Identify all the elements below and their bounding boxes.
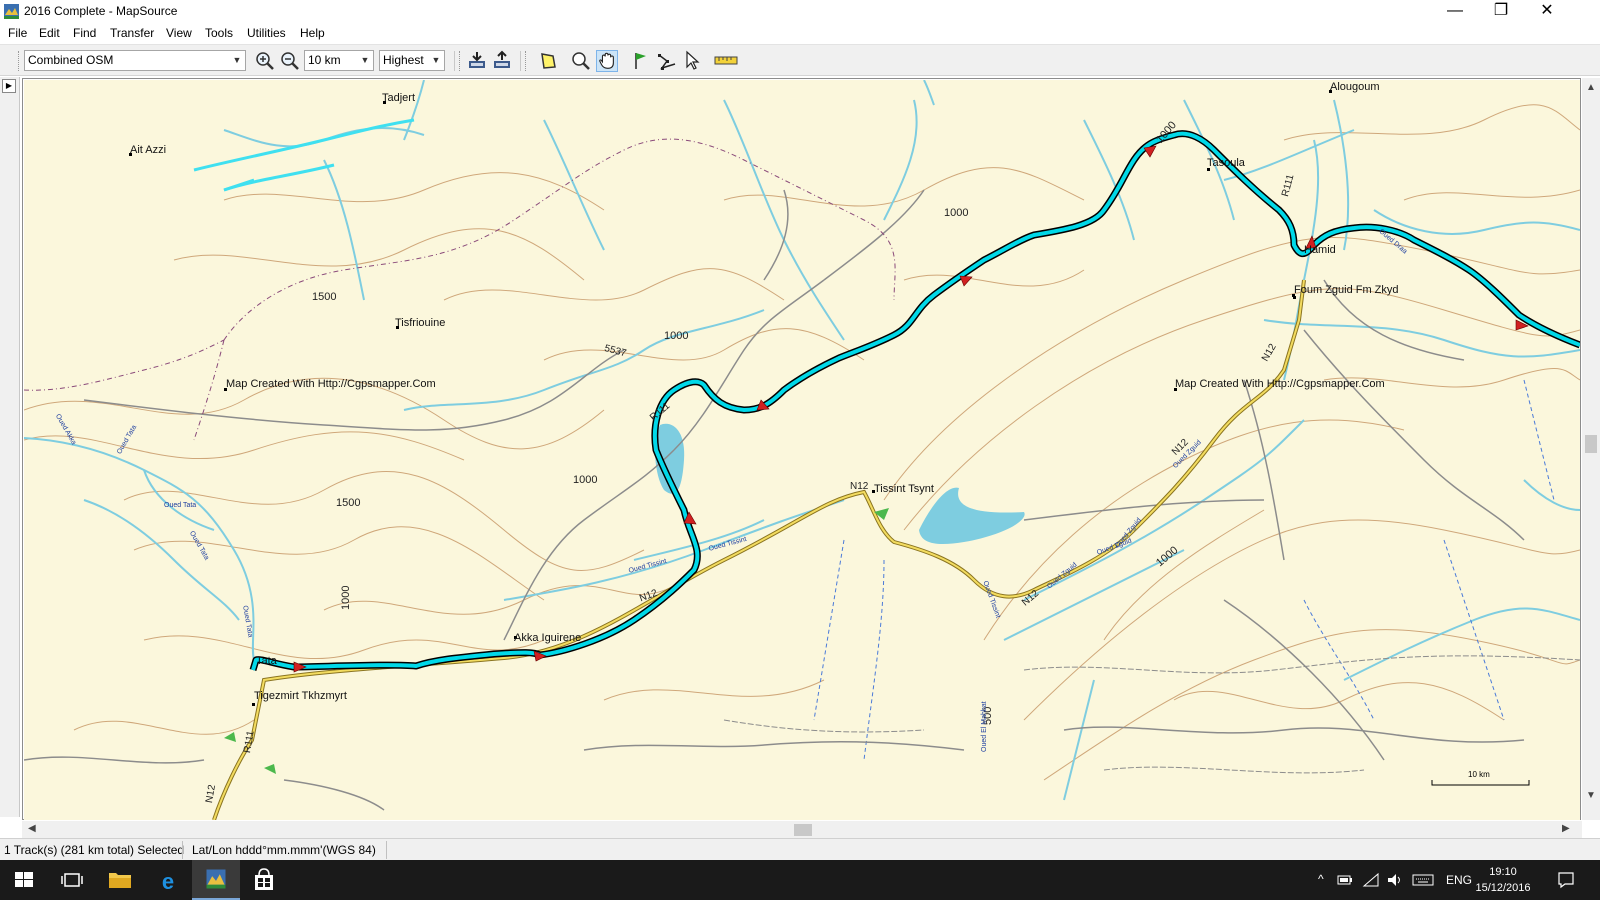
minimize-button[interactable]: — (1432, 0, 1478, 24)
hand-tool-button[interactable] (596, 50, 618, 72)
map-canvas (24, 80, 1580, 820)
zoom-in-icon[interactable] (254, 50, 276, 72)
contour-label: 1000 (664, 330, 689, 342)
detail-level-select[interactable]: Highest ▼ (379, 50, 445, 71)
contour-label: 1000 (573, 474, 598, 486)
place-label[interactable]: Tasoula (1207, 157, 1245, 169)
route-tool-icon[interactable] (656, 50, 678, 72)
scroll-down-icon[interactable]: ▼ (1586, 790, 1596, 801)
toolbar-separator (454, 51, 455, 71)
system-clock[interactable]: 19:10 15/12/2016 (1468, 864, 1538, 896)
selection-tool-icon[interactable] (682, 50, 704, 72)
scroll-right-icon[interactable]: ▶ (1562, 823, 1570, 834)
send-to-device-icon[interactable] (491, 50, 513, 72)
battery-icon[interactable] (1336, 872, 1354, 888)
close-button[interactable]: ✕ (1524, 0, 1570, 24)
menu-view[interactable]: View (166, 26, 192, 40)
map-product-value: Combined OSM (28, 53, 114, 67)
place-label[interactable]: Ait Azzi (130, 144, 166, 156)
status-separator (182, 841, 183, 859)
restore-button[interactable]: ❐ (1478, 0, 1524, 24)
place-label[interactable]: Tisfriouine (395, 317, 445, 329)
place-label[interactable]: Hamid (1304, 244, 1336, 256)
task-view-icon[interactable] (48, 860, 96, 900)
vertical-scrollbar[interactable]: ▲ ▼ (1582, 78, 1600, 820)
menu-transfer[interactable]: Transfer (110, 26, 154, 40)
svg-text:e: e (162, 869, 174, 894)
contour-label: 1000 (944, 207, 969, 219)
scale-bar-label: 10 km (1468, 770, 1490, 779)
toolbar: Combined OSM ▼ 10 km ▼ Highest ▼ (0, 44, 1600, 76)
expand-pane-button[interactable]: ▶ (2, 79, 16, 93)
place-label[interactable]: Alougoum (1330, 81, 1380, 93)
taskbar: e ^ ENG 19:10 15/12/2016 (0, 860, 1600, 900)
place-label[interactable]: Map Created With Http://Cgpsmapper.Com (1175, 378, 1385, 390)
place-label[interactable]: Tissint Tsynt (874, 483, 934, 495)
zoom-scale-select[interactable]: 10 km ▼ (304, 50, 374, 71)
clock-time: 19:10 (1489, 866, 1517, 878)
menu-edit[interactable]: Edit (39, 26, 60, 40)
zoom-tool-icon[interactable] (570, 50, 592, 72)
waterway-label: Oued Tata (164, 502, 197, 509)
scroll-up-icon[interactable]: ▲ (1586, 82, 1596, 93)
toolbar-grip[interactable] (459, 51, 462, 71)
road-label: N12 (850, 481, 869, 492)
keyboard-icon[interactable] (1412, 872, 1434, 888)
wifi-icon[interactable] (1362, 872, 1380, 888)
receive-from-device-icon[interactable] (466, 50, 488, 72)
place-label[interactable]: Map Created With Http://Cgpsmapper.Com (226, 378, 436, 390)
place-label[interactable]: Akka Iguirene (514, 632, 581, 644)
waypoint-tool-icon[interactable] (630, 50, 652, 72)
file-explorer-icon[interactable] (96, 860, 144, 900)
clock-date: 15/12/2016 (1475, 882, 1531, 894)
volume-icon[interactable] (1386, 872, 1404, 888)
place-label[interactable]: Tadjert (382, 92, 415, 104)
menu-file[interactable]: File (8, 26, 27, 40)
menu-find[interactable]: Find (73, 26, 96, 40)
toolbar-separator (520, 51, 521, 71)
coordinate-format-status: Lat/Lon hddd°mm.mmm'(WGS 84) (192, 843, 376, 857)
chevron-down-icon: ▼ (431, 55, 441, 65)
place-label[interactable]: Foum Zguid Fm Zkyd (1294, 284, 1399, 296)
zoom-out-icon[interactable] (279, 50, 301, 72)
mapsource-app-icon[interactable] (4, 4, 19, 19)
window-title: 2016 Complete - MapSource (24, 4, 178, 18)
contour-label: 1500 (336, 497, 361, 509)
horizontal-scrollbar[interactable]: ◀ ▶ (22, 821, 1582, 838)
place-label[interactable]: Tata (256, 655, 277, 667)
toolbar-grip[interactable] (18, 51, 21, 71)
hand-tool-icon (599, 52, 614, 69)
status-bar: 1 Track(s) (281 km total) Selected Lat/L… (0, 838, 1600, 860)
measure-distance-tool-icon[interactable] (714, 50, 738, 72)
start-icon[interactable] (0, 860, 48, 900)
menu-bar: File Edit Find Transfer View Tools Utili… (0, 24, 1600, 44)
menu-utilities[interactable]: Utilities (247, 26, 286, 40)
menu-tools[interactable]: Tools (205, 26, 233, 40)
mapsource-icon[interactable] (192, 860, 240, 900)
menu-help[interactable]: Help (300, 26, 325, 40)
contour-label: 1000 (340, 585, 352, 610)
chevron-down-icon: ▼ (360, 55, 370, 65)
horizontal-scroll-thumb[interactable] (794, 824, 812, 836)
detail-level-value: Highest (383, 53, 424, 67)
zoom-scale-value: 10 km (308, 53, 341, 67)
vertical-scroll-thumb[interactable] (1585, 435, 1597, 453)
status-separator (386, 841, 387, 859)
map-product-select[interactable]: Combined OSM ▼ (24, 50, 246, 71)
contour-label: 1500 (312, 291, 337, 303)
selection-status: 1 Track(s) (281 km total) Selected (4, 843, 185, 857)
show-hidden-icons-icon[interactable]: ^ (1318, 872, 1324, 886)
store-icon[interactable] (240, 860, 288, 900)
toolbar-grip[interactable] (525, 51, 528, 71)
scroll-left-icon[interactable]: ◀ (28, 823, 36, 834)
select-map-tool-icon[interactable] (537, 50, 559, 72)
place-label[interactable]: Tigezmirt Tkhzmyrt (254, 690, 347, 702)
map-view[interactable]: Tadjert Ait Azzi Tisfriouine Map Created… (24, 80, 1580, 820)
title-bar: 2016 Complete - MapSource — ❐ ✕ (0, 0, 1600, 24)
waterway-label: Oued El Mahbat (981, 701, 988, 752)
action-center-icon[interactable] (1557, 871, 1575, 889)
edge-icon[interactable]: e (144, 860, 192, 900)
chevron-down-icon: ▼ (232, 55, 242, 65)
data-pane-collapsed: ▶ (0, 77, 20, 817)
